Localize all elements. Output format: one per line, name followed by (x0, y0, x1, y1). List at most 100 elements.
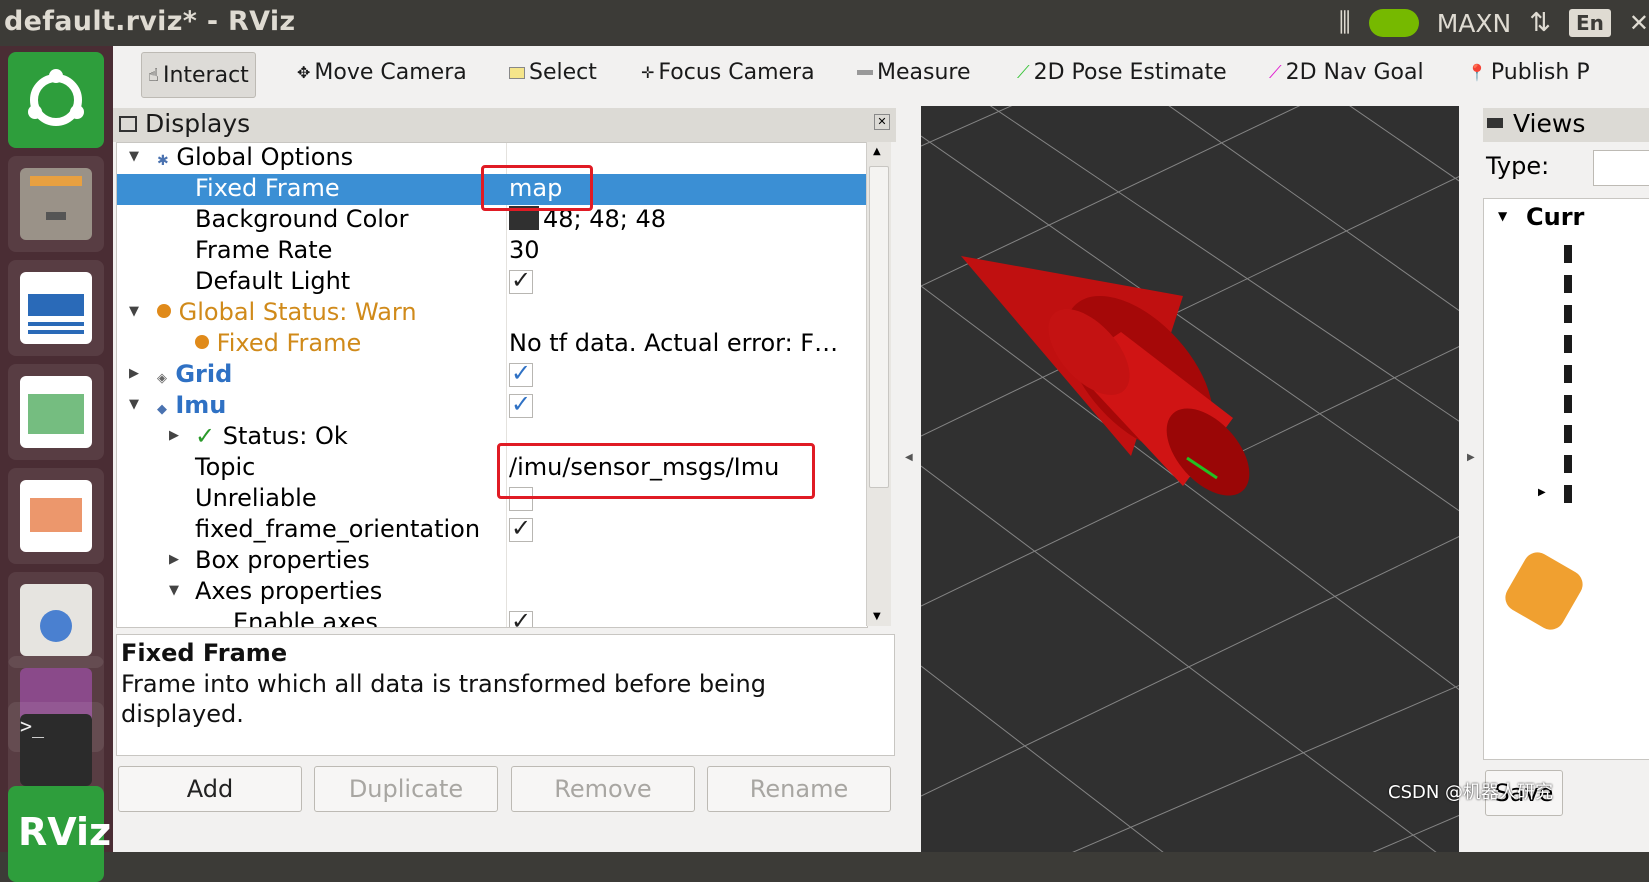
tree-row-imu[interactable]: ▼ ◆ Imu (117, 390, 867, 422)
remove-button[interactable]: Remove (511, 766, 695, 812)
enable-axes-checkbox[interactable] (509, 607, 533, 627)
3d-scene[interactable] (921, 106, 1459, 852)
tool-focus-camera[interactable]: ✛ Focus Camera (641, 60, 815, 85)
gear-icon: ✱ (157, 153, 169, 169)
view-property-row[interactable] (1564, 455, 1572, 473)
collapse-arrow-icon[interactable]: ▶ (169, 428, 179, 443)
tree-row-status-fixed-frame[interactable]: Fixed Frame No tf data. Actual error: F… (117, 329, 867, 360)
tool-label: 2D Nav Goal (1285, 60, 1424, 85)
row-key: Global Options (176, 143, 354, 171)
tool-measure[interactable]: Measure (857, 60, 971, 85)
fixed-frame-orientation-checkbox[interactable] (509, 514, 533, 542)
views-panel-header: Views (1483, 108, 1649, 142)
tool-label: 2D Pose Estimate (1033, 60, 1227, 85)
tool-2d-pose-estimate[interactable]: ⟋ 2D Pose Estimate (1017, 60, 1227, 85)
3d-render-view[interactable] (921, 106, 1459, 852)
tree-row-global-status[interactable]: ▼ Global Status: Warn (117, 298, 867, 329)
warning-icon (157, 304, 171, 318)
view-type-label: Type: (1486, 152, 1550, 180)
calc-spreadsheet-icon (20, 376, 92, 448)
imu-arrow-marker[interactable] (961, 256, 1265, 511)
imu-icon: ◆ (157, 402, 167, 417)
description-title: Fixed Frame (121, 639, 288, 667)
view-property-row[interactable] (1564, 275, 1572, 293)
keyboard-layout-indicator[interactable]: En (1568, 9, 1611, 37)
tree-row-frame-rate[interactable]: Frame Rate 30 (117, 236, 867, 267)
imu-enable-checkbox[interactable] (509, 390, 533, 418)
view-property-row[interactable] (1564, 245, 1572, 263)
nvidia-icon[interactable] (1368, 9, 1419, 37)
window-title: default.rviz* - RViz (4, 6, 296, 37)
tool-interact[interactable]: ☝ Interact (141, 52, 256, 98)
tree-row-axes-properties[interactable]: ▼ Axes properties (117, 577, 867, 608)
views-panel: Views Type: ▼ Curr ▶ Save (1483, 106, 1649, 852)
launcher-calc-button[interactable] (8, 364, 104, 460)
transfer-icon[interactable]: ⇅ (1529, 8, 1551, 38)
tree-row-grid[interactable]: ▶ ◈ Grid (117, 359, 867, 391)
close-icon[interactable]: ✕ (1629, 9, 1649, 37)
launcher-rviz-button[interactable]: RViz (8, 786, 111, 882)
splitter-arrow-icon[interactable]: ◀ (905, 452, 913, 463)
global-status-label: Global Status: Warn (157, 298, 417, 326)
tool-select[interactable]: Select (509, 60, 597, 85)
scrollbar-thumb[interactable] (869, 166, 889, 488)
collapse-arrow-icon[interactable]: ▶ (129, 366, 139, 381)
tool-move-camera[interactable]: ✥ Move Camera (297, 60, 467, 85)
panel-close-icon[interactable]: ✕ (874, 114, 890, 130)
system-tray: ⫼ MAXN ⇅ En ✕ (1339, 0, 1649, 46)
network-icon[interactable]: ⫼ (1339, 8, 1351, 39)
displays-panel-title: Displays (145, 109, 251, 138)
collapse-arrow-icon[interactable]: ▶ (169, 552, 179, 567)
grid-enable-checkbox[interactable] (509, 359, 533, 387)
row-key: Status: Ok (222, 422, 348, 450)
tree-row-enable-axes[interactable]: Enable axes (117, 607, 867, 627)
expand-arrow-icon[interactable]: ▼ (129, 149, 139, 164)
tree-row-fixed-frame-orientation[interactable]: fixed_frame_orientation (117, 514, 867, 546)
tool-publish-point[interactable]: 📍 Publish P (1467, 60, 1590, 85)
ruler-icon (857, 70, 873, 75)
launcher-impress-button[interactable] (8, 468, 104, 564)
view-property-row[interactable] (1564, 485, 1572, 503)
status-fixed-frame-label: Fixed Frame (195, 329, 361, 357)
displays-panel: Displays ✕ ▼ ✱ Global Options Fixed Fram… (113, 106, 896, 852)
row-key: Box properties (195, 546, 370, 574)
launcher-files-button[interactable] (8, 156, 104, 252)
add-button[interactable]: Add (118, 766, 302, 812)
imu-label: ◆ Imu (157, 391, 226, 419)
row-key: Frame Rate (195, 236, 333, 264)
expand-arrow-icon[interactable]: ▼ (129, 397, 139, 412)
duplicate-button[interactable]: Duplicate (314, 766, 498, 812)
row-key: Unreliable (195, 484, 317, 512)
view-property-row[interactable] (1564, 365, 1572, 383)
scroll-up-icon[interactable]: ▲ (873, 146, 881, 157)
power-mode-label[interactable]: MAXN (1437, 9, 1512, 38)
launcher-writer-button[interactable] (8, 260, 104, 356)
expand-arrow-icon[interactable]: ▼ (1498, 209, 1507, 223)
tf-error-message: No tf data. Actual error: F… (509, 329, 839, 357)
view-property-row[interactable] (1564, 425, 1572, 443)
launcher-terminal-button[interactable]: >_ (8, 702, 104, 798)
default-light-checkbox[interactable] (509, 266, 533, 294)
view-property-row[interactable] (1564, 305, 1572, 323)
launcher-software-center-button[interactable] (8, 572, 104, 668)
focus-icon: ✛ (641, 63, 655, 82)
collapse-arrow-icon[interactable]: ▶ (1538, 487, 1546, 498)
launcher-dash-button[interactable] (8, 52, 104, 148)
tree-row-box-properties[interactable]: ▶ Box properties (117, 546, 867, 577)
rename-button[interactable]: Rename (707, 766, 891, 812)
left-splitter[interactable]: ◀ (896, 106, 921, 852)
frame-rate-value[interactable]: 30 (509, 236, 540, 264)
view-type-select[interactable] (1593, 150, 1649, 186)
splitter-arrow-icon[interactable]: ▶ (1467, 452, 1475, 463)
view-property-row[interactable] (1564, 335, 1572, 353)
displays-tree: ▼ ✱ Global Options Fixed Frame map Backg… (116, 142, 868, 628)
displays-scrollbar[interactable]: ▲ ▼ (866, 142, 891, 626)
expand-arrow-icon[interactable]: ▼ (129, 304, 139, 319)
expand-arrow-icon[interactable]: ▼ (169, 583, 179, 598)
tree-row-default-light[interactable]: Default Light (117, 266, 867, 298)
impress-presentation-icon (20, 480, 92, 552)
view-property-row[interactable] (1564, 395, 1572, 413)
right-splitter[interactable]: ▶ (1459, 106, 1483, 852)
tool-2d-nav-goal[interactable]: ⟋ 2D Nav Goal (1269, 60, 1424, 85)
scroll-down-icon[interactable]: ▼ (873, 611, 881, 622)
